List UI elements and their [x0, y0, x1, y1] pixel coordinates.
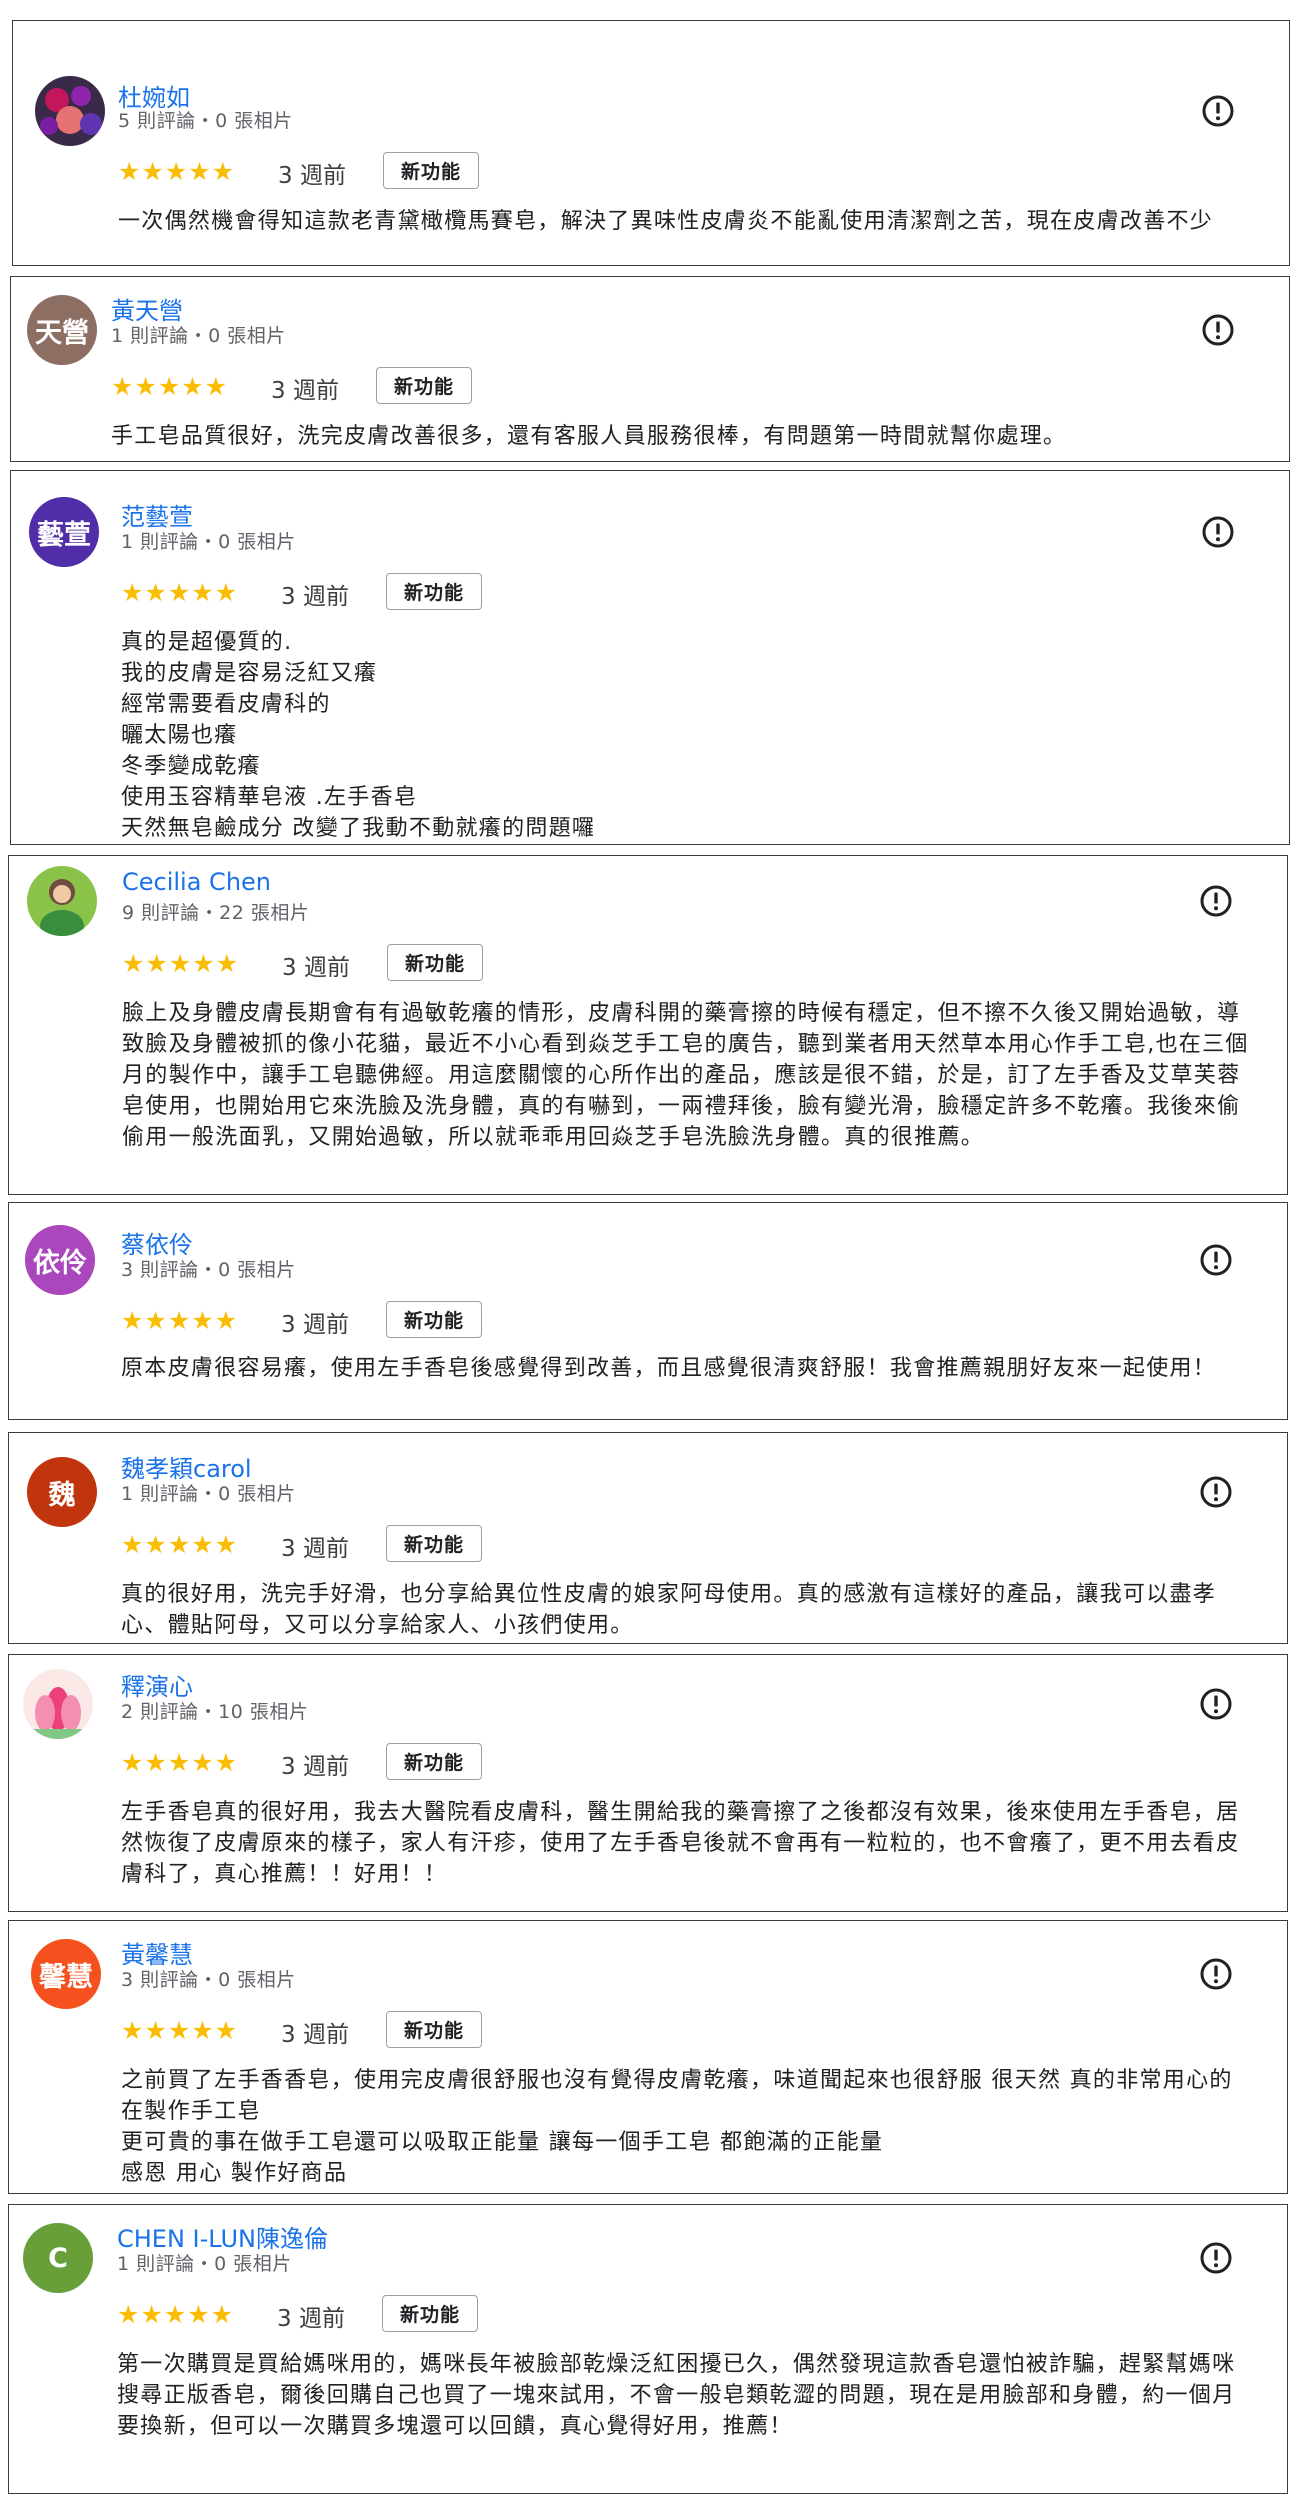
reviewer-meta: 3 則評論・0 張相片	[121, 1969, 296, 1991]
new-feature-badge[interactable]: 新功能	[386, 1525, 482, 1562]
avatar[interactable]: 依伶	[25, 1225, 95, 1295]
review-time: 3 週前	[271, 378, 339, 404]
review-card: 釋演心 2 則評論・10 張相片 ★★★★★ 3 週前 新功能 左手香皂真的很好用，我去大…	[8, 1654, 1288, 1912]
review-card: 天營 黃天營 1 則評論・0 張相片 ★★★★★ 3 週前 新功能 手工皂品質很好，洗完皮膚…	[10, 276, 1290, 462]
review-time: 3 週前	[281, 1312, 349, 1338]
review-time: 3 週前	[281, 584, 349, 610]
review-card: 依伶 蔡依伶 3 則評論・0 張相片 ★★★★★ 3 週前 新功能 原本皮膚很容易癢，使用左…	[8, 1202, 1288, 1420]
review-card: C CHEN I-LUN陳逸倫 1 則評論・0 張相片 ★★★★★ 3 週前 新功能 第一次…	[8, 2204, 1288, 2494]
review-card: 馨慧 黃馨慧 3 則評論・0 張相片 ★★★★★ 3 週前 新功能 之前買了左手香香皂，使用…	[8, 1920, 1288, 2194]
report-flag-icon[interactable]	[1201, 515, 1235, 549]
review-text: 左手香皂真的很好用，我去大醫院看皮膚科，醫生開給我的藥膏擦了之後都沒有效果，後來…	[121, 1800, 1240, 1887]
new-feature-badge[interactable]: 新功能	[382, 2295, 478, 2332]
star-rating: ★★★★★	[121, 1530, 239, 1559]
report-flag-icon[interactable]	[1199, 884, 1233, 918]
star-rating: ★★★★★	[121, 2016, 239, 2045]
new-feature-badge[interactable]: 新功能	[387, 944, 483, 981]
star-rating: ★★★★★	[118, 157, 236, 186]
avatar[interactable]: C	[23, 2223, 93, 2293]
report-flag-icon[interactable]	[1199, 1687, 1233, 1721]
flower-photo-avatar[interactable]	[35, 76, 105, 146]
star-rating: ★★★★★	[121, 578, 239, 607]
review-text: 第一次購買是買給媽咪用的，媽咪長年被臉部乾燥泛紅困擾已久，偶然發現這款香皂還怕被…	[117, 2352, 1236, 2439]
review-card: Cecilia Chen 9 則評論・22 張相片 ★★★★★ 3 週前 新功能臉上及身…	[8, 855, 1288, 1195]
reviewer-meta: 3 則評論・0 張相片	[121, 1259, 296, 1281]
reviewer-meta: 1 則評論・0 張相片	[121, 1483, 296, 1505]
new-feature-badge[interactable]: 新功能	[386, 1743, 482, 1780]
reviewer-meta: 1 則評論・0 張相片	[117, 2253, 292, 2275]
lotus-photo-avatar[interactable]	[23, 1669, 93, 1739]
review-text: 之前買了左手香香皂，使用完皮膚很舒服也沒有覺得皮膚乾癢，味道聞起來也很舒服 很天…	[121, 2068, 1233, 2186]
star-rating: ★★★★★	[121, 1306, 239, 1335]
new-feature-badge[interactable]: 新功能	[386, 2011, 482, 2048]
report-flag-icon[interactable]	[1199, 1243, 1233, 1277]
avatar[interactable]: 天營	[27, 295, 97, 365]
review-time: 3 週前	[282, 955, 350, 981]
reviewer-meta: 9 則評論・22 張相片	[122, 902, 310, 924]
new-feature-badge[interactable]: 新功能	[386, 1301, 482, 1338]
star-rating: ★★★★★	[122, 949, 240, 978]
report-flag-icon[interactable]	[1201, 313, 1235, 347]
report-flag-icon[interactable]	[1199, 1475, 1233, 1509]
avatar[interactable]: 藝萱	[29, 497, 99, 567]
review-card: 魏魏孝穎carol 1 則評論・0 張相片 ★★★★★ 3 週前 新功能 真的很好用，洗完…	[8, 1432, 1288, 1644]
review-text: 一次偶然機會得知這款老青黛橄欖馬賽皂，解決了異味性皮膚炎不能亂使用清潔劑之苦，現…	[118, 209, 1214, 234]
review-card: 藝萱 范藝萱 1 則評論・0 張相片 ★★★★★ 3 週前 新功能 真的是超優質的. 我的皮…	[10, 470, 1290, 845]
reviewer-name[interactable]: Cecilia Chen	[122, 868, 271, 896]
report-flag-icon[interactable]	[1199, 1957, 1233, 1991]
new-feature-badge[interactable]: 新功能	[386, 573, 482, 610]
star-rating: ★★★★★	[121, 1748, 239, 1777]
new-feature-badge[interactable]: 新功能	[383, 152, 479, 189]
review-time: 3 週前	[281, 1754, 349, 1780]
star-rating: ★★★★★	[117, 2300, 235, 2329]
reviewer-meta: 1 則評論・0 張相片	[111, 325, 286, 347]
person-photo-avatar[interactable]	[27, 866, 97, 936]
review-time: 3 週前	[277, 2306, 345, 2332]
new-feature-badge[interactable]: 新功能	[376, 367, 472, 404]
reviewer-meta: 5 則評論・0 張相片	[118, 110, 293, 132]
review-card: 杜婉如 5 則評論・0 張相片 ★★★★★ 3 週前 新功能 一次偶然機會得知這款老青黛橄…	[12, 20, 1290, 266]
review-text: 真的是超優質的. 我的皮膚是容易泛紅又癢 經常需要看皮膚科的 曬太陽也癢 冬季變…	[121, 630, 596, 841]
review-text: 真的很好用，洗完手好滑，也分享給異位性皮膚的娘家阿母使用。真的感激有這樣好的產品…	[121, 1582, 1217, 1638]
reviewer-meta: 2 則評論・10 張相片	[121, 1701, 309, 1723]
review-time: 3 週前	[281, 2022, 349, 2048]
review-text: 原本皮膚很容易癢，使用左手香皂後感覺得到改善，而且感覺很清爽舒服！我會推薦親朋好…	[121, 1356, 1217, 1381]
avatar[interactable]: 魏	[27, 1457, 97, 1527]
report-flag-icon[interactable]	[1199, 2241, 1233, 2275]
avatar[interactable]: 馨慧	[31, 1939, 101, 2009]
report-flag-icon[interactable]	[1201, 94, 1235, 128]
review-time: 3 週前	[278, 163, 346, 189]
reviewer-meta: 1 則評論・0 張相片	[121, 531, 296, 553]
review-time: 3 週前	[281, 1536, 349, 1562]
review-text: 臉上及身體皮膚長期會有有過敏乾癢的情形，皮膚科開的藥膏擦的時候有穩定，但不擦不久…	[122, 1001, 1249, 1150]
star-rating: ★★★★★	[111, 372, 229, 401]
review-text: 手工皂品質很好，洗完皮膚改善很多，還有客服人員服務很棒，有問題第一時間就幫你處理…	[111, 424, 1067, 449]
